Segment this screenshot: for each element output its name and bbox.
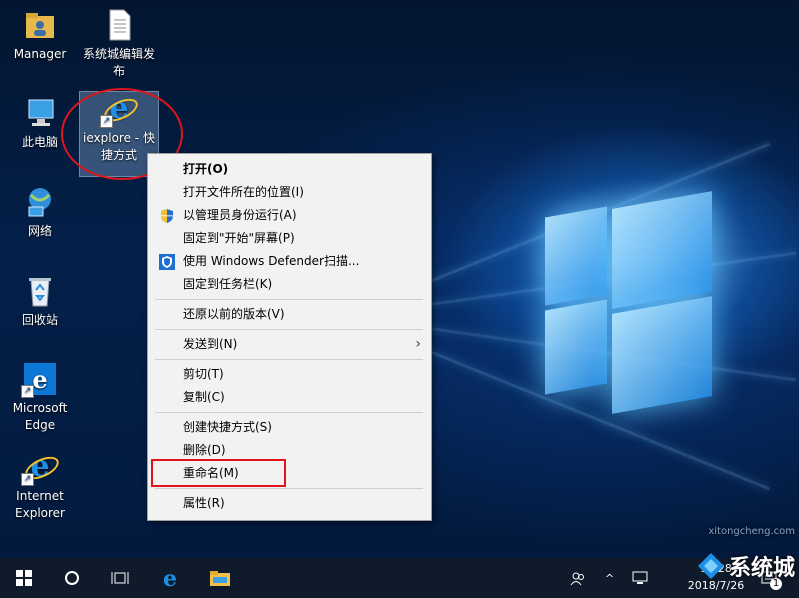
cortana-circle-icon — [65, 571, 79, 585]
edge-icon: e — [163, 567, 177, 589]
network-monitor-icon — [632, 571, 648, 584]
menu-separator — [155, 299, 423, 300]
desktop-icon-manager[interactable]: Manager — [1, 8, 79, 63]
menu-item-label: 固定到"开始"屏幕(P) — [183, 231, 295, 245]
menu-separator — [155, 488, 423, 489]
internet-explorer-icon: e ↗ — [21, 450, 63, 486]
folder-user-icon — [23, 8, 57, 42]
desktop-icon-label: Internet Explorer — [15, 489, 65, 520]
menu-item-create-shortcut[interactable]: 创建快捷方式(S) — [148, 416, 431, 439]
menu-separator — [155, 329, 423, 330]
people-button[interactable] — [570, 558, 590, 598]
show-hidden-icons-button[interactable]: ^ — [605, 558, 619, 598]
desktop-icon-label: 系统城编辑发布 — [82, 47, 155, 78]
desktop-icon-label: Manager — [13, 47, 67, 61]
computer-icon — [23, 96, 57, 130]
windows-logo-icon — [16, 570, 32, 586]
menu-item-label: 属性(R) — [183, 496, 225, 510]
start-button[interactable] — [0, 558, 48, 598]
svg-text:e: e — [32, 365, 47, 394]
menu-item-label: 打开文件所在的位置(I) — [183, 185, 304, 199]
cortana-button[interactable] — [48, 558, 96, 598]
menu-item-properties[interactable]: 属性(R) — [148, 492, 431, 515]
menu-item-cut[interactable]: 剪切(T) — [148, 363, 431, 386]
network-tray-button[interactable] — [632, 558, 650, 598]
menu-item-open-file-location[interactable]: 打开文件所在的位置(I) — [148, 181, 431, 204]
desktop-icon-edge[interactable]: e ↗ Microsoft Edge — [1, 362, 79, 434]
menu-item-label: 剪切(T) — [183, 367, 224, 381]
watermark: 系统城 xitongcheng.com — [696, 526, 795, 582]
desktop-icon-label: 网络 — [27, 224, 52, 238]
desktop-icon-label: Microsoft Edge — [12, 401, 68, 432]
chevron-up-icon: ^ — [605, 571, 615, 585]
menu-item-copy[interactable]: 复制(C) — [148, 386, 431, 409]
menu-item-label: 复制(C) — [183, 390, 225, 404]
desktop-icon-internet-explorer[interactable]: e ↗ Internet Explorer — [1, 450, 79, 522]
task-view-button[interactable] — [96, 558, 144, 598]
menu-item-label: 删除(D) — [183, 443, 226, 457]
watermark-text: 系统城 — [728, 556, 795, 581]
desktop-icon-recycle-bin[interactable]: 回收站 — [1, 274, 79, 329]
menu-item-label: 发送到(N) — [183, 337, 238, 351]
task-view-icon — [111, 572, 129, 584]
menu-item-open[interactable]: 打开(O) — [148, 158, 431, 181]
taskbar-edge-button[interactable]: e — [146, 558, 194, 598]
taskbar: e ^ 15:28 2018/7/26 1 — [0, 558, 799, 598]
menu-item-pin-to-start[interactable]: 固定到"开始"屏幕(P) — [148, 227, 431, 250]
menu-item-label: 创建快捷方式(S) — [183, 420, 272, 434]
watermark-url: xitongcheng.com — [708, 526, 795, 537]
recycle-bin-icon — [23, 274, 57, 308]
menu-item-label: 以管理员身份运行(A) — [183, 208, 297, 222]
document-icon — [102, 8, 136, 42]
people-icon — [570, 572, 584, 586]
svg-text:e: e — [163, 567, 177, 589]
desktop-icon-label: 回收站 — [21, 313, 58, 327]
menu-item-pin-to-taskbar[interactable]: 固定到任务栏(K) — [148, 273, 431, 296]
watermark-logo-icon — [696, 551, 726, 581]
menu-item-run-as-admin[interactable]: 以管理员身份运行(A) — [148, 204, 431, 227]
folder-icon — [210, 571, 230, 586]
desktop-icon-document[interactable]: 系统城编辑发布 — [80, 8, 158, 80]
menu-separator — [155, 412, 423, 413]
menu-item-label: 还原以前的版本(V) — [183, 307, 285, 321]
chevron-right-icon: › — [415, 336, 421, 352]
menu-separator — [155, 359, 423, 360]
menu-item-label: 使用 Windows Defender扫描... — [183, 254, 360, 268]
uac-shield-icon — [159, 208, 175, 224]
rename-highlight-box — [151, 459, 286, 487]
shortcut-arrow-icon: ↗ — [21, 473, 34, 486]
menu-item-label: 打开(O) — [183, 162, 229, 176]
menu-item-send-to[interactable]: 发送到(N) › — [148, 333, 431, 356]
menu-item-restore-previous-versions[interactable]: 还原以前的版本(V) — [148, 303, 431, 326]
windows-defender-icon — [159, 254, 175, 270]
desktop-icon-network[interactable]: 网络 — [1, 185, 79, 240]
menu-item-defender-scan[interactable]: 使用 Windows Defender扫描... — [148, 250, 431, 273]
menu-item-label: 固定到任务栏(K) — [183, 277, 273, 291]
taskbar-file-explorer-button[interactable] — [196, 558, 244, 598]
shortcut-arrow-icon: ↗ — [21, 385, 34, 398]
network-icon — [23, 185, 57, 219]
edge-icon: e ↗ — [21, 362, 57, 398]
